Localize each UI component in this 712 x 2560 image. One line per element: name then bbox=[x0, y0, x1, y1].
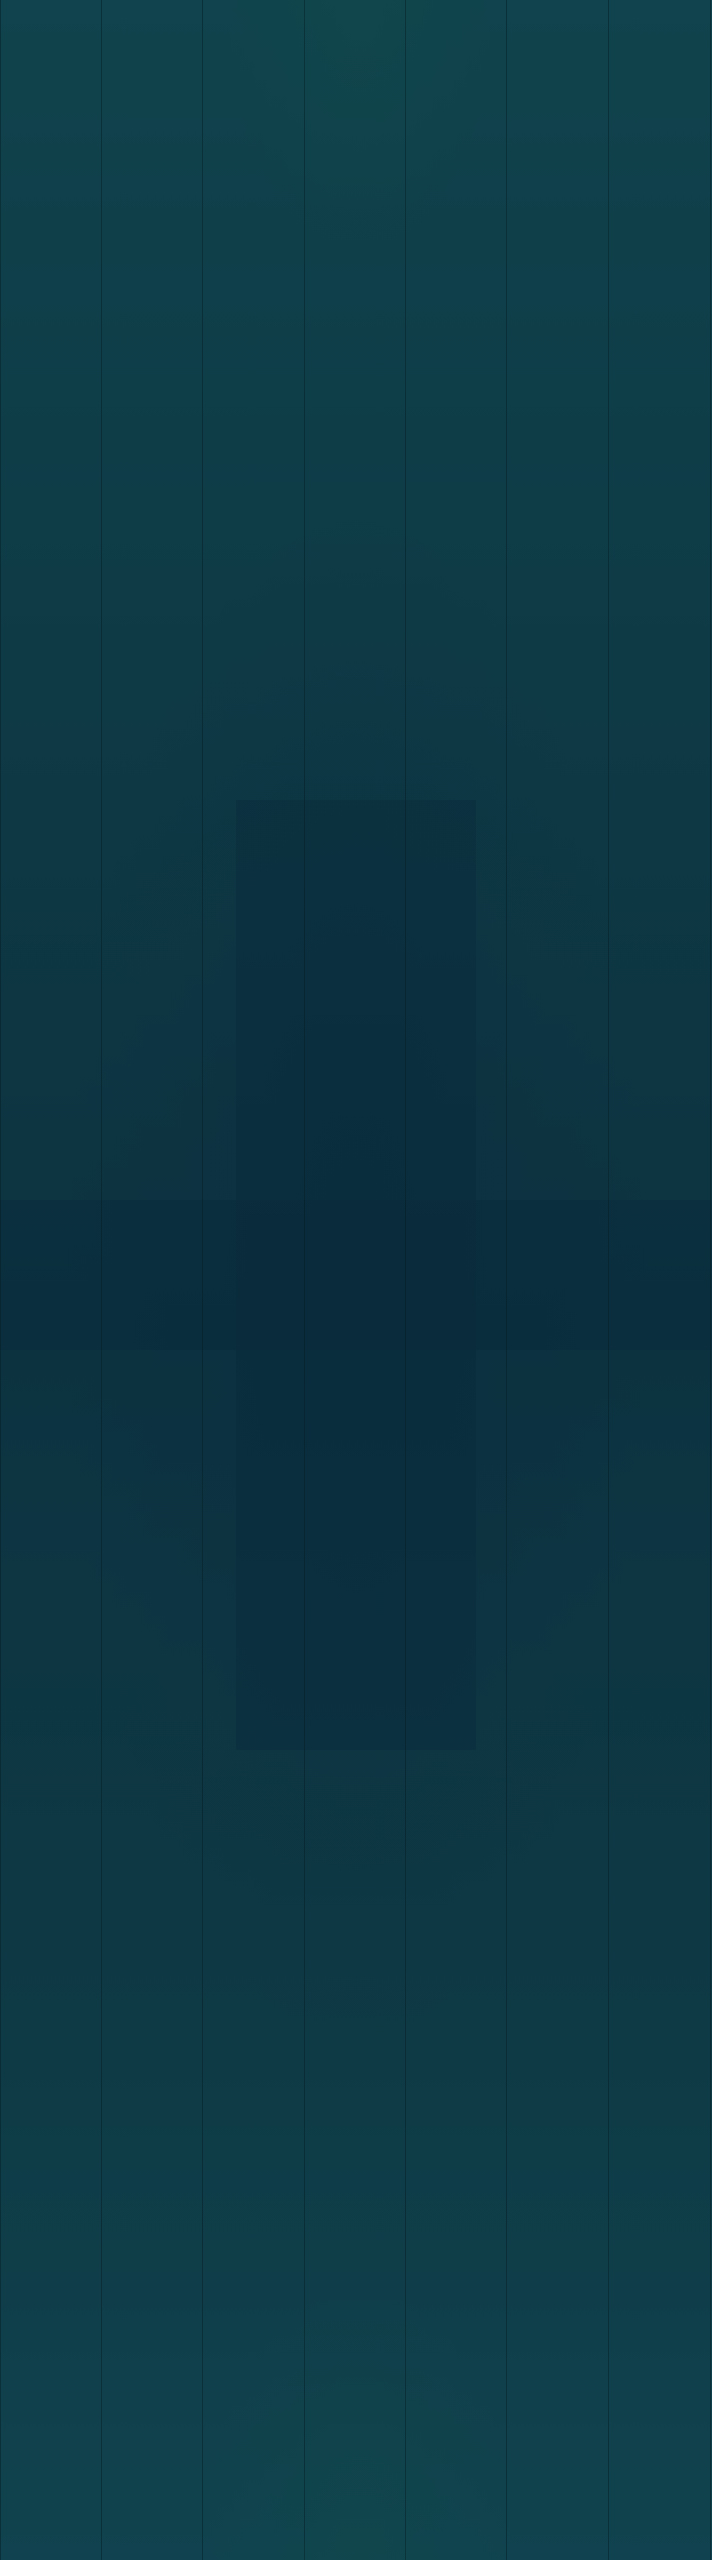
bottom-glow bbox=[210, 2300, 510, 2560]
column-divider bbox=[710, 0, 711, 2560]
column-divider bbox=[608, 0, 609, 2560]
center-horizontal-band bbox=[0, 1200, 712, 1350]
column-divider bbox=[405, 0, 406, 2560]
top-glow bbox=[230, 0, 490, 240]
column-divider bbox=[101, 0, 102, 2560]
column-divider bbox=[304, 0, 305, 2560]
column-divider bbox=[506, 0, 507, 2560]
column-divider bbox=[0, 0, 1, 2560]
blank-dark-background bbox=[0, 0, 712, 2560]
column-divider bbox=[202, 0, 203, 2560]
